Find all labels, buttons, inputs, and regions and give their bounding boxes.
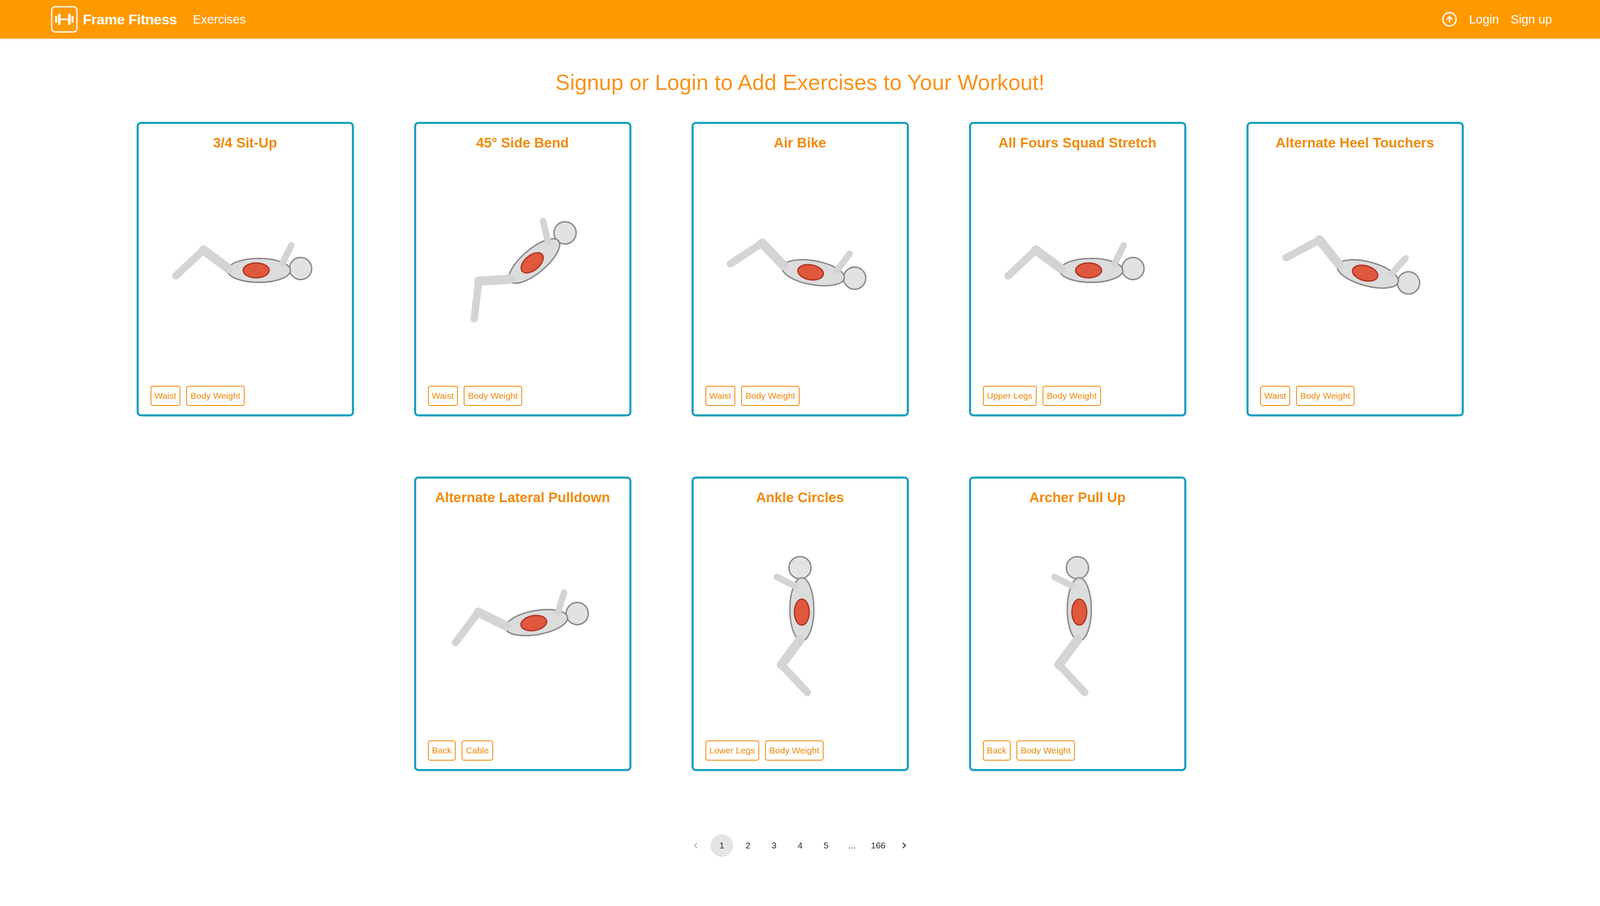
- exercise-title: All Fours Squad Stretch: [982, 134, 1173, 151]
- tag-row: Lower LegsBody Weight: [705, 740, 896, 761]
- exercise-figure: [150, 150, 341, 386]
- tag-row: WaistBody Weight: [705, 385, 896, 407]
- dumbbell-logo-icon[interactable]: [50, 5, 78, 33]
- navbar: Frame Fitness Exercises Login Sign up: [0, 0, 1600, 39]
- exercise-illustration: [430, 530, 616, 716]
- exercise-tag[interactable]: Body Weight: [765, 740, 824, 761]
- auth-link[interactable]: Sign up: [1510, 12, 1553, 27]
- page-item[interactable]: ...: [840, 834, 864, 858]
- page-item[interactable]: 3: [762, 834, 786, 858]
- exercise-title: Alternate Lateral Pulldown: [427, 489, 618, 506]
- pagination: 12345...166: [0, 834, 1600, 858]
- next-page-button[interactable]: [892, 834, 916, 858]
- exercise-tag[interactable]: Body Weight: [1042, 385, 1101, 407]
- exercise-tag[interactable]: Back: [427, 740, 457, 761]
- exercise-figure: [705, 505, 896, 741]
- prev-page-button[interactable]: [684, 834, 708, 858]
- tag-row: WaistBody Weight: [1260, 385, 1450, 407]
- chevron-left-icon[interactable]: [691, 841, 701, 851]
- exercise-card[interactable]: Ankle Circles Lower LegsBody Weight: [691, 476, 909, 772]
- exercise-tag[interactable]: Body Weight: [741, 385, 800, 407]
- nav-left: Frame Fitness Exercises: [50, 5, 246, 33]
- exercise-illustration: [984, 530, 1170, 716]
- page-item[interactable]: 4: [788, 834, 812, 858]
- exercise-illustration: [152, 176, 338, 362]
- exercise-title: 45° Side Bend: [427, 134, 618, 151]
- exercise-illustration: [430, 176, 616, 362]
- exercise-figure: [705, 150, 896, 386]
- exercise-illustration: [707, 176, 893, 362]
- upload-icon[interactable]: [1441, 11, 1458, 28]
- exercise-card[interactable]: Alternate Heel Touchers WaistBody Weight: [1246, 121, 1464, 417]
- exercise-illustration: [984, 176, 1170, 362]
- exercise-figure: [427, 505, 618, 741]
- exercise-figure: [1260, 150, 1450, 386]
- tag-row: WaistBody Weight: [427, 385, 618, 407]
- exercise-card[interactable]: Alternate Lateral Pulldown BackCable: [414, 476, 632, 772]
- chevron-right-icon[interactable]: [899, 841, 909, 851]
- auth-links: Login Sign up: [1441, 11, 1553, 28]
- exercise-card[interactable]: All Fours Squad Stretch Upper LegsBody We…: [968, 121, 1187, 417]
- exercise-tag[interactable]: Body Weight: [463, 385, 523, 407]
- exercise-tag[interactable]: Cable: [461, 740, 494, 761]
- exercise-tag[interactable]: Waist: [705, 385, 736, 407]
- exercise-title: 3/4 Sit-Up: [150, 134, 341, 151]
- tag-row: WaistBody Weight: [150, 385, 341, 407]
- page-heading: Signup or Login to Add Exercises to Your…: [0, 69, 1600, 96]
- exercise-figure: [427, 150, 618, 386]
- exercise-tag[interactable]: Body Weight: [1296, 385, 1355, 407]
- exercise-title: Archer Pull Up: [982, 489, 1173, 506]
- tag-row: Upper LegsBody Weight: [982, 385, 1173, 407]
- tag-row: BackCable: [427, 740, 618, 761]
- exercise-tag[interactable]: Body Weight: [186, 385, 245, 407]
- page-item[interactable]: 166: [866, 834, 890, 858]
- exercise-title: Ankle Circles: [705, 489, 896, 506]
- page-item[interactable]: 1: [710, 834, 734, 858]
- exercise-card[interactable]: Air Bike WaistBody Weight: [691, 121, 909, 417]
- exercise-card[interactable]: Archer Pull Up BackBody Weight: [968, 476, 1187, 772]
- exercise-figure: [982, 505, 1173, 741]
- exercise-figure: [982, 150, 1173, 386]
- exercise-title: Air Bike: [705, 134, 896, 151]
- exercise-grid: 3/4 Sit-UpWaistBody Weight45° Side BendW…: [133, 121, 1467, 772]
- exercise-tag[interactable]: Body Weight: [1016, 740, 1075, 761]
- exercise-card[interactable]: 3/4 Sit-Up WaistBody Weight: [136, 121, 354, 417]
- exercise-card[interactable]: 45° Side Bend WaistBody Weight: [414, 121, 632, 417]
- exercise-tag[interactable]: Upper Legs: [982, 385, 1038, 407]
- brand[interactable]: Frame Fitness: [50, 5, 177, 33]
- exercise-tag[interactable]: Waist: [427, 385, 459, 407]
- exercise-tag[interactable]: Back: [982, 740, 1012, 761]
- page-item[interactable]: 5: [814, 834, 838, 858]
- exercise-tag[interactable]: Waist: [150, 385, 181, 407]
- exercise-title: Alternate Heel Touchers: [1260, 134, 1450, 151]
- auth-link[interactable]: Login: [1469, 12, 1500, 27]
- exercise-illustration: [1262, 176, 1448, 362]
- exercise-tag[interactable]: Lower Legs: [705, 740, 760, 761]
- page-item[interactable]: 2: [736, 834, 760, 858]
- exercise-tag[interactable]: Waist: [1260, 385, 1291, 407]
- nav-link[interactable]: Exercises: [192, 12, 246, 27]
- exercise-illustration: [707, 530, 893, 716]
- brand-name[interactable]: Frame Fitness: [82, 11, 177, 28]
- tag-row: BackBody Weight: [982, 740, 1173, 761]
